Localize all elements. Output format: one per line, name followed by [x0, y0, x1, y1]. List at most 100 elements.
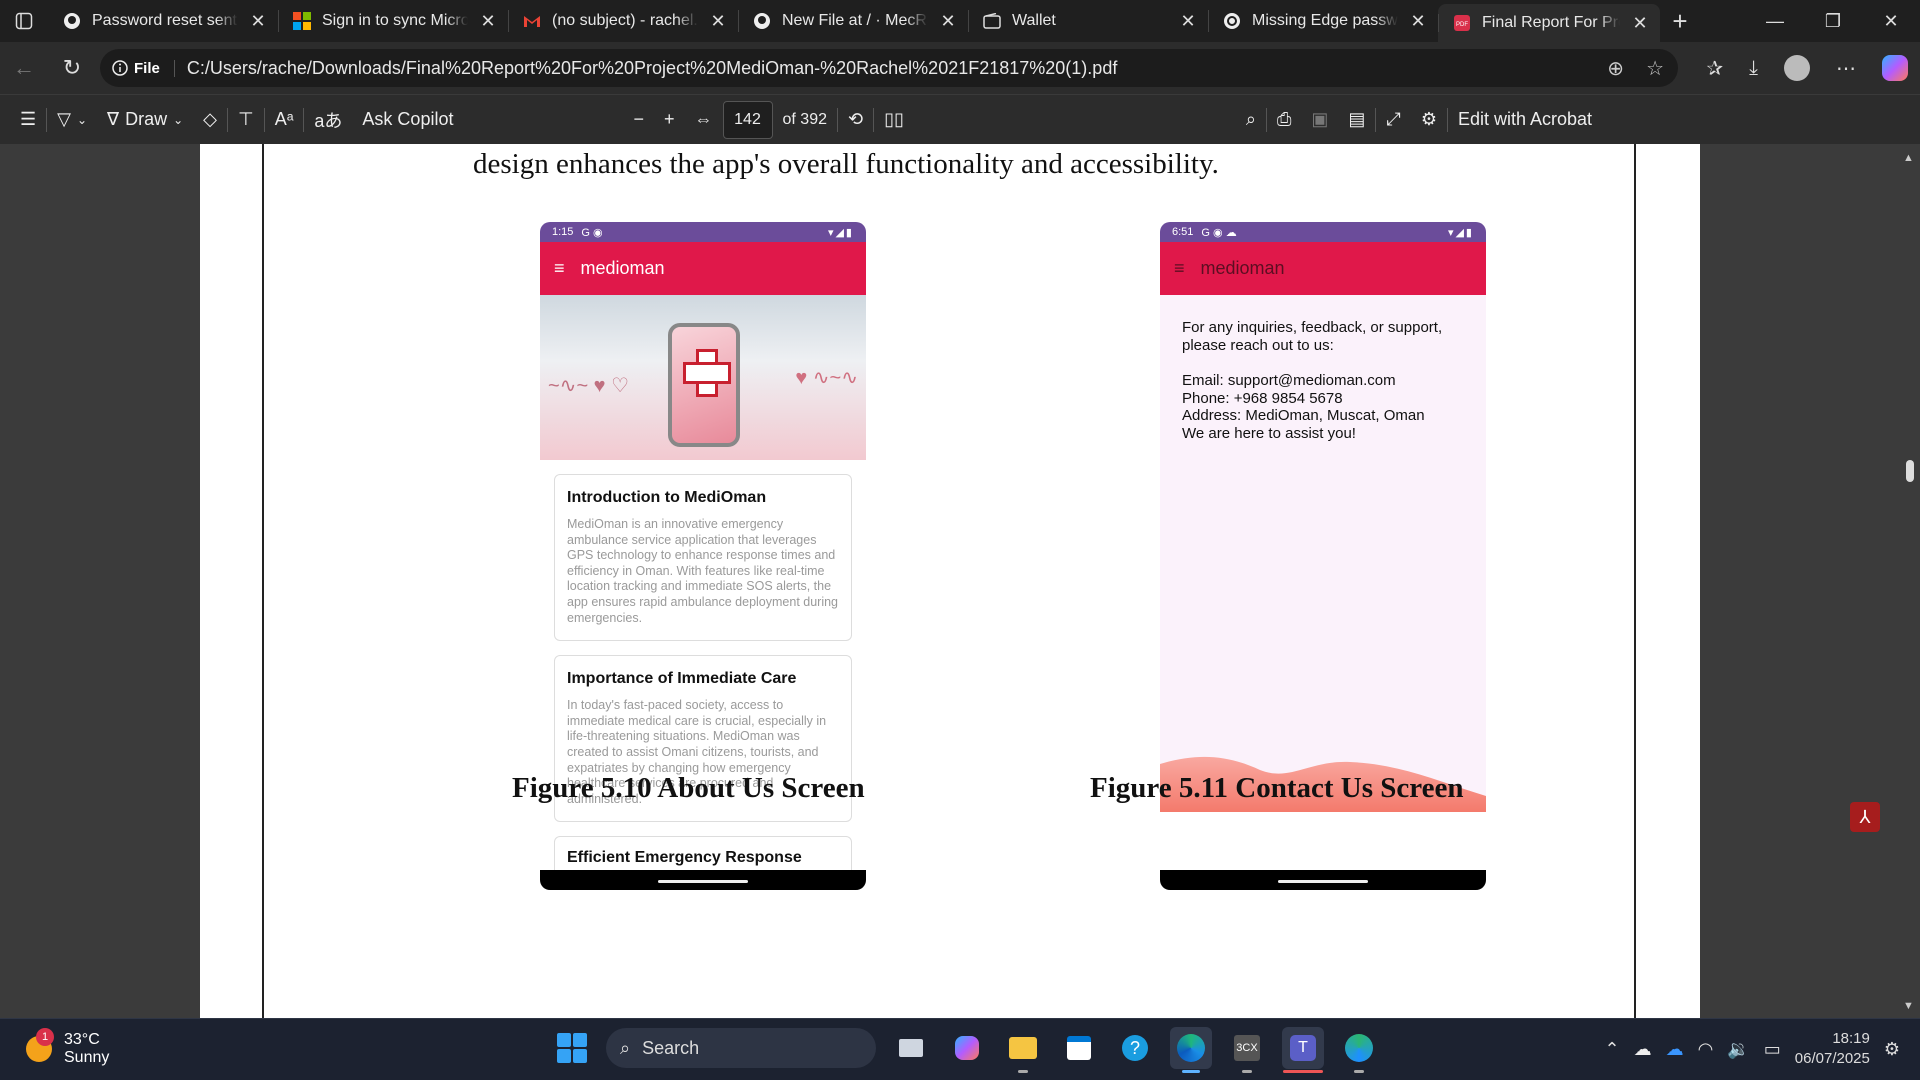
browser-tab[interactable]: (no subject) - rachel.ds ✕: [508, 0, 738, 42]
address-bar[interactable]: File C:/Users/rache/Downloads/Final%20Re…: [100, 49, 1678, 87]
text-box-button[interactable]: ⊤: [228, 95, 264, 145]
figure-caption: Figure 5.11 Contact Us Screen: [1090, 772, 1464, 804]
onedrive-business-icon[interactable]: ☁: [1666, 1039, 1684, 1060]
tab-actions-button[interactable]: [0, 0, 48, 42]
browser-tab-active[interactable]: PDF Final Report For Project ✕: [1438, 4, 1660, 42]
close-tab-icon[interactable]: ✕: [708, 11, 728, 32]
figure-caption: Figure 5.10 About Us Screen: [512, 772, 865, 804]
draw-label: Draw: [125, 109, 168, 129]
fit-page-button[interactable]: ⇔: [685, 95, 723, 145]
site-info-button[interactable]: File: [112, 59, 175, 77]
edit-with-acrobat-button[interactable]: Edit with Acrobat: [1448, 95, 1602, 145]
notifications-icon[interactable]: ⚙: [1884, 1039, 1900, 1060]
close-tab-icon[interactable]: ✕: [1630, 13, 1650, 34]
copilot-icon[interactable]: [1882, 55, 1908, 81]
contact-closing: We are here to assist you!: [1182, 424, 1356, 442]
zoom-in-button[interactable]: +: [654, 95, 685, 145]
chevron-down-icon: ⌄: [173, 112, 184, 127]
signal-battery-icon: ▾◢▮: [1447, 226, 1474, 239]
battery-icon[interactable]: ▭: [1764, 1039, 1781, 1060]
erase-button[interactable]: ◇: [193, 95, 227, 145]
task-view-icon[interactable]: [890, 1027, 932, 1069]
3cx-icon[interactable]: 3CX: [1226, 1027, 1268, 1073]
close-window-button[interactable]: ✕: [1862, 0, 1920, 42]
back-button[interactable]: ←: [0, 55, 48, 81]
scroll-down-icon[interactable]: ▼: [1903, 1000, 1914, 1012]
wifi-icon[interactable]: ◠: [1698, 1039, 1714, 1060]
fullscreen-button[interactable]: ⤢: [1376, 95, 1410, 145]
zoom-out-button[interactable]: −: [623, 95, 654, 145]
more-menu-icon[interactable]: ⋯: [1836, 56, 1856, 81]
print-button[interactable]: ⎙: [1267, 95, 1301, 145]
search-icon: ⌕: [1245, 109, 1256, 129]
window-controls: — ❐ ✕: [1746, 0, 1920, 42]
browser-tab[interactable]: Sign in to sync Microsoft ✕: [278, 0, 508, 42]
close-tab-icon[interactable]: ✕: [248, 11, 268, 32]
vertical-scrollbar[interactable]: ▲ ▼: [1898, 144, 1920, 1018]
close-tab-icon[interactable]: ✕: [1178, 11, 1198, 32]
translate-icon: aあ: [314, 110, 343, 131]
hamburger-menu-icon: ≡: [1174, 258, 1185, 278]
status-time: 1:15: [552, 226, 574, 238]
onedrive-icon[interactable]: ☁: [1634, 1039, 1652, 1060]
pdf-viewer[interactable]: design enhances the app's overall functi…: [0, 144, 1920, 1018]
browser-tab[interactable]: Wallet ✕: [968, 0, 1208, 42]
browser-tab[interactable]: Missing Edge password ✕: [1208, 0, 1438, 42]
close-tab-icon[interactable]: ✕: [1408, 11, 1428, 32]
zoom-icon[interactable]: ⊕: [1607, 56, 1624, 81]
page-view-button[interactable]: ▯▯: [874, 95, 914, 145]
favorites-icon[interactable]: ✰: [1706, 56, 1723, 81]
file-explorer-icon[interactable]: [1002, 1027, 1044, 1073]
scroll-up-icon[interactable]: ▲: [1903, 152, 1914, 164]
minimize-button[interactable]: —: [1746, 0, 1804, 42]
gesture-bar: [1160, 870, 1486, 890]
read-aloud-button[interactable]: Aᵃ: [265, 95, 304, 145]
ask-copilot-button[interactable]: Ask Copilot: [352, 95, 463, 145]
store-icon[interactable]: [1058, 1027, 1100, 1069]
tab-actions-icon: [15, 12, 33, 30]
find-button[interactable]: ⌕: [1236, 95, 1266, 145]
close-tab-icon[interactable]: ✕: [478, 11, 498, 32]
translate-button[interactable]: aあ: [304, 95, 352, 145]
taskbar-search[interactable]: ⌕ Search: [606, 1028, 876, 1068]
edge-icon[interactable]: [1170, 1027, 1212, 1073]
heartbeat-icon: ~∿~ ♥ ♡: [548, 375, 630, 397]
help-icon[interactable]: ?: [1114, 1027, 1156, 1069]
volume-icon[interactable]: 🔉: [1727, 1039, 1749, 1060]
copilot-app-icon[interactable]: [946, 1027, 988, 1069]
highlight-button[interactable]: ▽ ⌄: [47, 95, 97, 145]
start-button[interactable]: [552, 1028, 592, 1068]
profile-avatar[interactable]: [1784, 55, 1810, 81]
page-number-input[interactable]: 142: [722, 100, 773, 139]
save-as-button[interactable]: ▤: [1338, 95, 1375, 145]
new-tab-button[interactable]: +: [1660, 0, 1700, 42]
restore-button[interactable]: ❐: [1804, 0, 1862, 42]
browser-tab[interactable]: Password reset sent! · G ✕: [48, 0, 278, 42]
text-box-icon: ⊤: [238, 109, 254, 129]
refresh-button[interactable]: ↻: [48, 55, 96, 81]
teams-icon[interactable]: T: [1282, 1027, 1324, 1073]
highlighter-icon: ▽: [57, 109, 71, 129]
save-button[interactable]: ▣: [1301, 95, 1338, 145]
status-icons: G ◉ ☁: [1201, 226, 1237, 239]
pdf-icon: PDF: [1452, 13, 1472, 33]
edit-with-acrobat-label: Edit with Acrobat: [1457, 109, 1593, 129]
gmail-icon: [522, 11, 542, 31]
contents-button[interactable]: ☰: [0, 95, 46, 145]
status-icons: G ◉: [581, 226, 603, 239]
settings-button[interactable]: ⚙: [1411, 95, 1447, 145]
browser-tab[interactable]: New File at / · MecRach ✕: [738, 0, 968, 42]
chevron-up-icon[interactable]: ⌃: [1605, 1039, 1620, 1060]
clock[interactable]: 18:19 06/07/2025: [1795, 1029, 1870, 1069]
acrobat-icon[interactable]: ⅄: [1850, 802, 1880, 832]
rotate-button[interactable]: ⟲: [838, 95, 873, 145]
downloads-icon[interactable]: ⤓: [1749, 57, 1758, 80]
scroll-thumb[interactable]: [1906, 460, 1914, 482]
favorite-star-icon[interactable]: ☆: [1646, 56, 1664, 81]
app-bar: ≡ medioman: [540, 242, 866, 295]
draw-button[interactable]: ∇ Draw ⌄: [97, 95, 193, 145]
close-tab-icon[interactable]: ✕: [938, 11, 958, 32]
weather-widget[interactable]: 1 33°C Sunny: [26, 1028, 109, 1067]
system-tray: ⌃ ☁ ☁ ◠ 🔉 ▭ 18:19 06/07/2025 ⚙: [1605, 1029, 1900, 1069]
edge-beta-icon[interactable]: [1338, 1027, 1380, 1073]
